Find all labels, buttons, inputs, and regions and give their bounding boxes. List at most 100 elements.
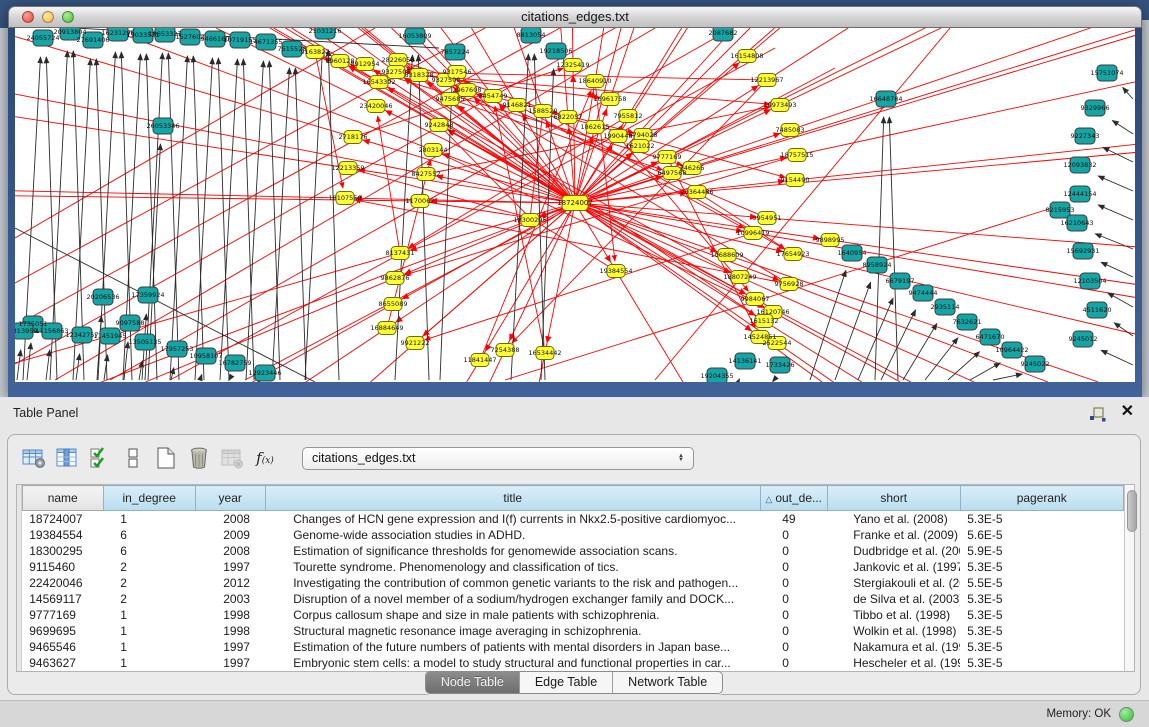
delete-table-icon[interactable] [220,445,244,471]
graph-edge[interactable] [575,203,1048,382]
graph-edge[interactable] [110,38,715,380]
graph-edge[interactable] [218,58,229,380]
table-settings-icon[interactable] [22,445,46,471]
graph-edge[interactable] [418,55,429,380]
memory-status-indicator[interactable] [1119,707,1134,722]
table-row[interactable]: 911546021997Tourette syndrome. Phenomeno… [22,559,1123,575]
graph-node-label: 16648784 [869,95,902,103]
graph-edge[interactable] [1101,262,1133,277]
column-header-out_de[interactable]: △out_de... [760,486,827,511]
graph-edge[interactable] [925,338,958,380]
graph-edge[interactable] [530,218,616,271]
graph-node-label: 19204355 [700,372,733,380]
graph-edge[interactable] [505,208,1052,380]
edge-arrowhead [602,108,608,116]
graph-edge[interactable] [970,363,1000,380]
column-header-pagerank[interactable]: pagerank [960,486,1123,511]
graph-node-label: 9756928 [775,280,804,288]
window-controls [22,11,74,23]
table-row[interactable]: 946362711997Embryonic stem cells: a mode… [22,655,1123,671]
column-header-title[interactable]: title [265,486,760,511]
graph-node-label: 9146821 [503,101,532,109]
graph-edge[interactable] [575,203,862,382]
graph-edge[interactable] [1098,205,1133,220]
graph-edge[interactable] [1101,350,1133,365]
table-cell: 2 [103,575,195,591]
graph-edge[interactable] [193,56,204,380]
network-window-titlebar[interactable]: citations_edges.txt [8,6,1142,28]
table-row[interactable]: 2242004622012Investigating the contribut… [22,575,1123,591]
close-panel-icon[interactable]: ✕ [1121,404,1134,420]
table-row[interactable]: 1938455462009Genome-wide association stu… [22,527,1123,543]
graph-edge[interactable] [1112,120,1133,134]
graph-edge[interactable] [1123,87,1133,99]
graph-edge[interactable] [27,343,31,380]
graph-edge[interactable] [305,50,322,380]
graph-node-label: 16884649 [370,324,403,332]
table-mode-icon[interactable] [121,445,145,471]
table-cell: 9699695 [22,623,103,639]
table-cell: 1 [103,511,195,528]
graph-node-label: 16210643 [1060,219,1093,227]
graph-node-label: 8454749 [479,92,508,100]
column-header-short[interactable]: short [827,486,960,511]
tab-node-table[interactable]: Node Table [426,672,519,693]
table-row[interactable]: 977716911998Corpus callosum shape and si… [22,607,1123,623]
table-selector-value: citations_edges.txt [312,451,416,465]
table-cell: 0 [760,527,827,543]
graph-edge[interactable] [170,56,187,380]
graph-edge[interactable] [575,203,1135,334]
column-visibility-icon[interactable] [55,445,79,471]
scrollbar-thumb[interactable] [1127,490,1137,532]
column-header-in_degree[interactable]: in_degree [103,486,195,511]
function-builder-icon[interactable]: f(x) [253,445,277,471]
graph-edge[interactable] [97,316,101,380]
edge-arrowhead [545,336,551,343]
graph-edge[interactable] [810,271,846,380]
graph-edge[interactable] [200,374,202,380]
close-window-button[interactable] [22,11,34,23]
table-row[interactable]: 1830029562008Estimation of significance … [22,543,1123,559]
minimize-window-button[interactable] [42,11,54,23]
network-canvas[interactable]: 2405572420913804276914061623129619033521… [15,28,1135,382]
graph-edge[interactable] [15,28,375,238]
table-row[interactable]: 1456911722003Disruption of a novel membe… [22,591,1123,607]
table-cell: Stergiakouli et al. (2012) [827,575,960,591]
tab-edge-table[interactable]: Edge Table [519,672,612,693]
graph-edge[interactable] [425,233,753,340]
table-cell: 1 [103,623,195,639]
graph-node-label: 19218506 [539,47,572,55]
graph-edge[interactable] [295,68,306,380]
table-cell: 5.9E-5 [960,543,1123,559]
graph-edge[interactable] [17,350,21,380]
zoom-window-button[interactable] [62,11,74,23]
table-cell: 1998 [195,607,265,623]
graph-edge[interactable] [1095,234,1133,249]
table-cell: 5.3E-5 [960,559,1123,575]
graph-edge[interactable] [993,374,1022,380]
graph-edge[interactable] [355,200,789,284]
table-row[interactable]: 946554611997Estimation of the future num… [22,639,1123,655]
table-selector-dropdown[interactable]: citations_edges.txt ▲▼ [302,447,694,470]
column-header-year[interactable]: year [195,486,265,511]
graph-edge[interactable] [948,352,980,380]
graph-edge[interactable] [773,380,774,382]
float-panel-icon[interactable] [1089,407,1107,423]
graph-edge[interactable] [15,228,315,382]
delete-rows-icon[interactable] [187,445,211,471]
graph-edge[interactable] [168,53,179,380]
new-table-icon[interactable] [154,445,178,471]
graph-edge[interactable] [835,282,871,380]
table-vertical-scrollbar[interactable] [1124,485,1134,671]
column-header-name[interactable]: name [22,486,103,511]
tab-network-table[interactable]: Network Table [612,672,722,693]
graph-edge[interactable] [409,116,628,248]
graph-node-label: 12093832 [1063,161,1096,169]
graph-edge[interactable] [1098,176,1133,191]
graph-edge[interactable] [328,50,339,380]
table-cell: 2008 [195,543,265,559]
graph-edge[interactable] [739,379,740,380]
table-row[interactable]: 1872400712008Changes of HCN gene express… [22,511,1123,528]
row-selection-icon[interactable] [88,445,112,471]
table-row[interactable]: 969969511998Structural magnetic resonanc… [22,623,1123,639]
